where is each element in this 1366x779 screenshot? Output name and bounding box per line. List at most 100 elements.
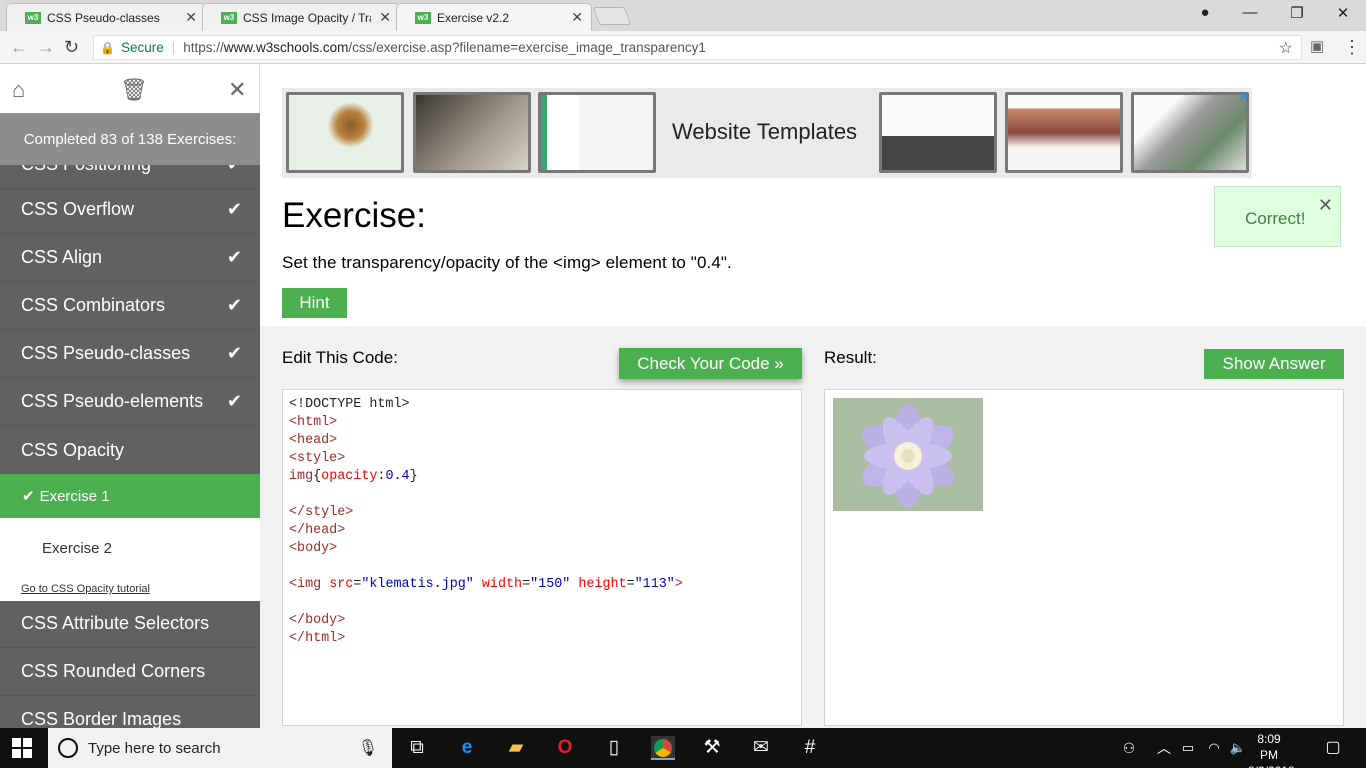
close-tab-icon[interactable]: ✕ [185,9,197,26]
new-tab-button[interactable] [592,7,632,25]
sidebar-toolbar: ⌂ 🗑 ✕ [0,65,260,113]
wifi-icon[interactable]: ◠ [1202,736,1226,760]
check-icon: ✔ [226,199,242,219]
sidebar-item-label: CSS Overflow [21,199,135,219]
file-explorer-icon[interactable]: ▰ [504,736,528,760]
slack-icon[interactable]: # [798,736,822,760]
taskbar-search[interactable]: Type here to search 🎙 [48,728,392,768]
opera-browser-icon[interactable]: O [553,736,577,760]
sidebar-exercise-1[interactable]: ✔ Exercise 1 [0,474,260,518]
chevron-up-icon[interactable]: ︿ [1152,736,1176,760]
search-circle-icon [58,738,78,758]
close-tab-icon[interactable]: ✕ [571,9,583,26]
template-thumbnail [879,92,997,173]
close-window-icon[interactable]: ✕ [1331,4,1355,22]
sidebar-item-css-border-images[interactable]: CSS Border Images [0,696,260,728]
edge-browser-icon[interactable]: e [455,736,479,760]
tutorial-link[interactable]: Go to CSS Opacity tutorial [21,583,150,595]
minimize-icon[interactable]: — [1238,4,1262,21]
code-line: <!DOCTYPE html> [289,397,410,412]
code-line: </style> [289,505,354,520]
sidebar-item-css-overflow[interactable]: CSS Overflow ✔ [0,186,260,234]
clock-date: 8/2/2018 [1248,764,1295,778]
result-frame [824,389,1344,726]
maximize-icon[interactable]: ❐ [1285,4,1309,22]
windows-start-icon[interactable] [12,738,32,758]
ad-close-icon[interactable]: ✕ [1238,89,1249,105]
w3-favicon-icon: w3 [25,11,41,24]
opacity-submenu: ✔ Exercise 1 Exercise 2 Go to CSS Opacit… [0,474,260,601]
sidebar-item-css-combinators[interactable]: CSS Combinators ✔ [0,282,260,330]
tab-exercise[interactable]: w3 Exercise v2.2 ✕ [396,3,592,31]
task-view-icon[interactable]: ⧉ [405,736,429,760]
trash-icon[interactable]: 🗑 [120,77,148,103]
bookmark-star-icon[interactable]: ☆ [1279,38,1293,58]
extension-icon[interactable]: ▣ [1310,37,1324,55]
sidebar-exercise-2[interactable]: Exercise 2 [42,540,112,557]
clock-time: 8:09 PM [1257,732,1281,762]
w3-favicon-icon: w3 [415,11,431,24]
check-code-button[interactable]: Check Your Code » [619,348,802,379]
address-bar[interactable]: 🔒 Secure | https://www.w3schools.com/css… [93,35,1302,60]
templates-banner-ad[interactable]: Website Templates ✕ [282,88,1252,178]
correct-message: Correct! [1245,209,1306,228]
tools-icon[interactable]: ⚒ [700,736,724,760]
url-host: www.w3schools.com [223,40,349,55]
address-separator: | [171,40,176,55]
close-icon[interactable]: ✕ [1318,195,1333,216]
home-icon[interactable]: ⌂ [12,77,25,103]
template-thumbnail [1005,92,1123,173]
sidebar-item-label: CSS Attribute Selectors [21,613,210,633]
tab-title: Exercise v2.2 [437,10,510,25]
sidebar-item-css-rounded-corners[interactable]: CSS Rounded Corners [0,648,260,696]
lock-icon: 🔒 [100,40,115,55]
code-line: <body> [289,541,338,556]
reload-icon[interactable]: ↻ [64,37,79,58]
url-prefix: https:// [183,40,224,55]
exercise-sidebar: ⌂ 🗑 ✕ Completed 83 of 138 Exercises: CSS… [0,65,260,728]
hint-button[interactable]: Hint [282,288,347,318]
document-icon[interactable]: ▯ [602,736,626,760]
windows-taskbar: Type here to search 🎙 ⧉ e ▰ O ▯ ⚒ ✉ # ⚇ … [0,728,1366,778]
profile-icon[interactable]: ● [1193,4,1217,21]
microphone-icon[interactable]: 🎙 [358,738,378,758]
check-icon: ✔ [22,488,35,505]
sidebar-item-label: CSS Border Images [21,709,182,728]
code-line: <img src="klematis.jpg" width="150" heig… [289,577,683,592]
chrome-browser-icon[interactable] [651,736,675,760]
people-icon[interactable]: ⚇ [1117,736,1141,760]
tab-css-pseudo-classes[interactable]: w3 CSS Pseudo-classes ✕ [6,3,206,31]
close-icon[interactable]: ✕ [228,77,246,103]
code-editor[interactable]: <!DOCTYPE html> <html> <head> <style> im… [282,389,802,726]
template-thumbnail [413,92,531,173]
sidebar-item-css-pseudo-elements[interactable]: CSS Pseudo-elements ✔ [0,378,260,426]
sidebar-item-css-align[interactable]: CSS Align ✔ [0,234,260,282]
template-thumbnail [1131,92,1249,173]
sidebar-item-css-pseudo-classes[interactable]: CSS Pseudo-classes ✔ [0,330,260,378]
exercise-title: Exercise: [282,196,426,235]
check-icon: ✔ [226,391,242,411]
close-tab-icon[interactable]: ✕ [379,9,391,26]
forward-arrow-icon[interactable]: → [37,37,55,58]
show-answer-button[interactable]: Show Answer [1204,349,1344,379]
sidebar-item-css-attribute-selectors[interactable]: CSS Attribute Selectors [0,600,260,648]
code-line: </html> [289,631,346,646]
code-line: </head> [289,523,346,538]
correct-notification: Correct! ✕ [1214,186,1341,247]
sidebar-item-label: CSS Rounded Corners [21,661,206,681]
volume-icon[interactable]: 🔈 [1226,736,1250,760]
system-clock[interactable]: 8:09 PM 8/2/2018 [1248,731,1295,779]
notification-icon[interactable]: ▢ [1321,736,1345,760]
code-line: </body> [289,613,346,628]
sidebar-item-css-opacity[interactable]: CSS Opacity [0,426,260,474]
tab-css-image-opacity[interactable]: w3 CSS Image Opacity / Tran ✕ [202,3,400,31]
back-arrow-icon[interactable]: ← [10,37,28,58]
code-line: <style> [289,451,346,466]
mail-icon[interactable]: ✉ [749,736,773,760]
battery-icon[interactable]: ▭ [1176,736,1200,760]
sidebar-item-label: CSS Pseudo-classes [21,343,191,363]
exercise-description: Set the transparency/opacity of the <img… [282,253,732,272]
url-path: /css/exercise.asp?filename=exercise_imag… [348,40,706,55]
sidebar-item-label: CSS Opacity [21,439,125,460]
menu-icon[interactable]: ⋮ [1343,37,1361,58]
